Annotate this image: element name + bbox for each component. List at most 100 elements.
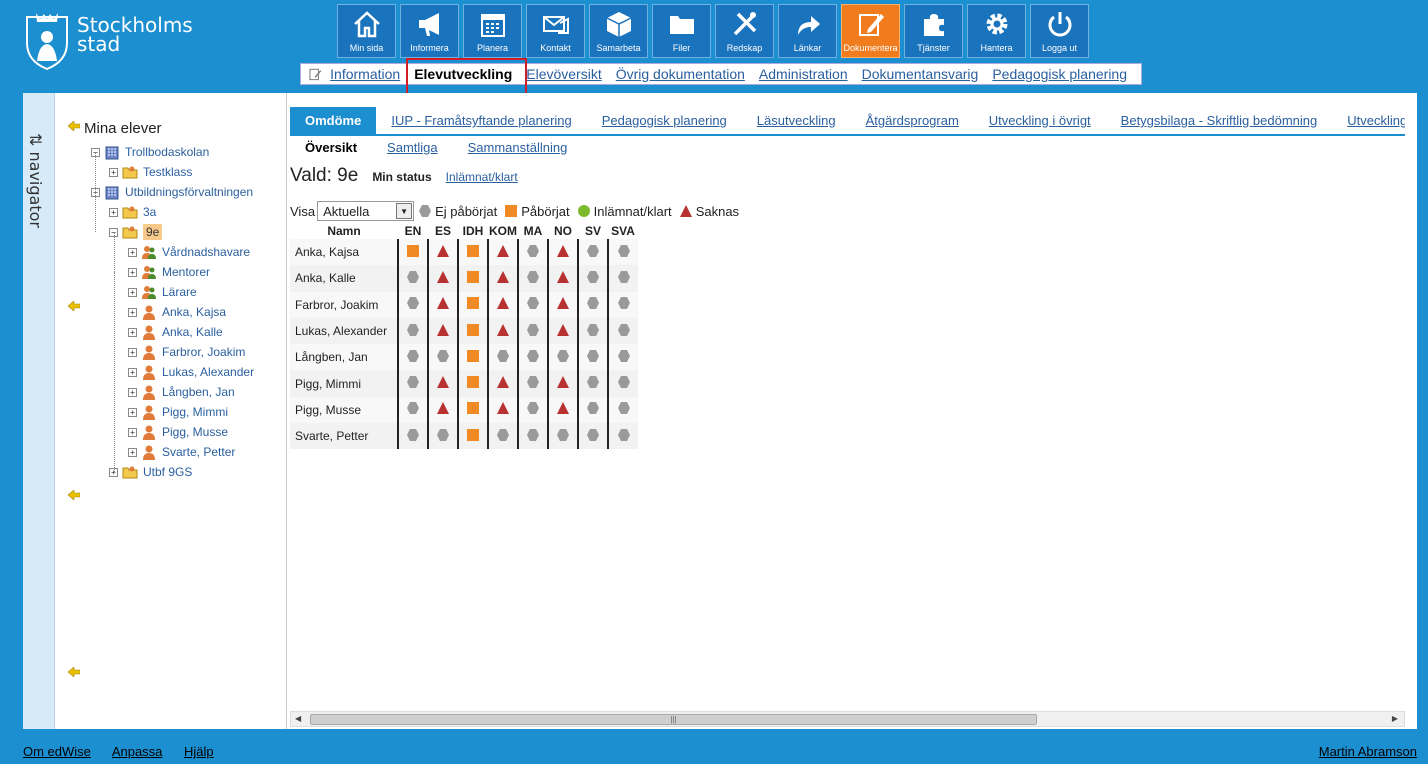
student-name[interactable]: Pigg, Mimmi [290, 370, 398, 397]
status-cell[interactable] [577, 344, 608, 371]
student-name[interactable]: Svarte, Petter [290, 423, 398, 450]
tree-node[interactable]: +3a [109, 203, 156, 221]
column-header-subject[interactable]: ES [428, 223, 458, 239]
status-cell[interactable] [487, 265, 518, 292]
status-cell[interactable] [517, 423, 548, 450]
subnav-elevoversikt[interactable]: Elevöversikt [526, 66, 601, 82]
footer-hjalp[interactable]: Hjälp [184, 744, 214, 759]
toolbar-hantera[interactable]: Hantera [967, 4, 1026, 58]
tab-pedagogisk-planering[interactable]: Pedagogisk planering [587, 107, 742, 134]
expand-icon[interactable]: + [128, 287, 137, 297]
status-cell[interactable] [607, 344, 638, 371]
toolbar-dokumentera[interactable]: Dokumentera [841, 4, 900, 58]
status-cell[interactable] [427, 239, 458, 266]
tab-utveckling-ovrigt[interactable]: Utveckling i övrigt [974, 107, 1106, 134]
status-cell[interactable] [547, 344, 578, 371]
status-cell[interactable] [517, 291, 548, 318]
table-row[interactable]: Farbror, Joakim [290, 291, 638, 318]
toolbar-redskap[interactable]: Redskap [715, 4, 774, 58]
status-cell[interactable] [607, 291, 638, 318]
student-name[interactable]: Anka, Kajsa [290, 239, 398, 266]
status-cell[interactable] [427, 396, 458, 424]
status-cell[interactable] [397, 291, 428, 318]
column-header-subject[interactable]: KOM [488, 223, 518, 239]
table-row[interactable]: Anka, Kajsa [290, 239, 638, 266]
status-cell[interactable] [427, 291, 458, 318]
tree-node[interactable]: + Pigg, Musse [128, 423, 228, 441]
status-cell[interactable] [457, 265, 488, 292]
tab-lasutveckling[interactable]: Läsutveckling [742, 107, 851, 134]
expand-icon[interactable]: + [128, 427, 137, 437]
tree-node[interactable]: + Vårdnadshavare [128, 243, 250, 261]
status-cell[interactable] [397, 370, 428, 397]
scroll-left-icon[interactable]: ◀ [295, 714, 301, 723]
column-header-subject[interactable]: MA [518, 223, 548, 239]
expand-icon[interactable]: + [128, 267, 137, 277]
student-name[interactable]: Långben, Jan [290, 344, 398, 371]
toolbar-tjanster[interactable]: Tjänster [904, 4, 963, 58]
expand-icon[interactable]: + [128, 367, 137, 377]
status-cell[interactable] [547, 239, 578, 266]
subtab-oversikt[interactable]: Översikt [305, 140, 357, 155]
toolbar-kontakt[interactable]: Kontakt [526, 4, 585, 58]
column-header-subject[interactable]: SVA [608, 223, 638, 239]
tree-node[interactable]: + Lukas, Alexander [128, 363, 254, 381]
status-cell[interactable] [397, 344, 428, 371]
table-row[interactable]: Lukas, Alexander [290, 317, 638, 345]
status-cell[interactable] [427, 265, 458, 292]
status-cell[interactable] [547, 291, 578, 318]
status-cell[interactable] [577, 370, 608, 397]
status-cell[interactable] [457, 370, 488, 397]
student-name[interactable]: Anka, Kalle [290, 265, 398, 292]
status-cell[interactable] [427, 423, 458, 450]
navigator-toggle[interactable]: ⇅ navigator [23, 93, 55, 729]
back-arrow-icon[interactable] [68, 301, 80, 311]
tab-betygsbilaga[interactable]: Betygsbilaga - Skriftlig bedömning [1106, 107, 1333, 134]
status-cell[interactable] [607, 317, 638, 345]
status-cell[interactable] [457, 344, 488, 371]
footer-anpassa[interactable]: Anpassa [112, 744, 163, 759]
status-cell[interactable] [547, 317, 578, 345]
column-header-subject[interactable]: NO [548, 223, 578, 239]
horizontal-scrollbar[interactable]: ◀ ||| ▶ [290, 711, 1405, 727]
expand-icon[interactable]: + [128, 307, 137, 317]
status-cell[interactable] [487, 370, 518, 397]
subnav-elevutveckling[interactable]: Elevutveckling [414, 66, 512, 82]
tree-node[interactable]: + Pigg, Mimmi [128, 403, 228, 421]
status-cell[interactable] [607, 370, 638, 397]
tab-atgardsprogram[interactable]: Åtgärdsprogram [851, 107, 974, 134]
status-cell[interactable] [487, 344, 518, 371]
tree-node[interactable]: + Långben, Jan [128, 383, 235, 401]
status-cell[interactable] [487, 396, 518, 424]
tree-node[interactable]: + Mentorer [128, 263, 210, 281]
subtab-sammanstallning[interactable]: Sammanställning [468, 140, 568, 155]
status-cell[interactable] [397, 265, 428, 292]
status-cell[interactable] [577, 291, 608, 318]
scroll-right-icon[interactable]: ▶ [1392, 714, 1398, 723]
back-arrow-icon[interactable] [68, 121, 80, 131]
table-row[interactable]: Svarte, Petter [290, 423, 638, 450]
status-cell[interactable] [547, 265, 578, 292]
expand-icon[interactable]: + [109, 167, 118, 177]
status-cell[interactable] [517, 370, 548, 397]
tree-node[interactable]: + Anka, Kalle [128, 323, 223, 341]
status-cell[interactable] [397, 317, 428, 345]
inlamnat-link[interactable]: Inlämnat/klart [446, 170, 518, 184]
status-cell[interactable] [517, 396, 548, 424]
scroll-thumb[interactable]: ||| [310, 714, 1037, 725]
status-cell[interactable] [517, 317, 548, 345]
tree-node[interactable]: − Utbildningsförvaltningen [91, 183, 253, 201]
table-row[interactable]: Pigg, Musse [290, 396, 638, 424]
status-cell[interactable] [607, 239, 638, 266]
back-arrow-icon[interactable] [68, 490, 80, 500]
expand-icon[interactable]: + [109, 207, 118, 217]
status-cell[interactable] [487, 291, 518, 318]
tree-node[interactable]: + Anka, Kajsa [128, 303, 226, 321]
column-header-subject[interactable]: EN [398, 223, 428, 239]
tree-node[interactable]: + Farbror, Joakim [128, 343, 245, 361]
tree-node[interactable]: − Trollbodaskolan [91, 143, 209, 161]
column-header-subject[interactable]: SV [578, 223, 608, 239]
status-cell[interactable] [577, 423, 608, 450]
status-cell[interactable] [457, 396, 488, 424]
tree-node[interactable]: + Svarte, Petter [128, 443, 235, 461]
